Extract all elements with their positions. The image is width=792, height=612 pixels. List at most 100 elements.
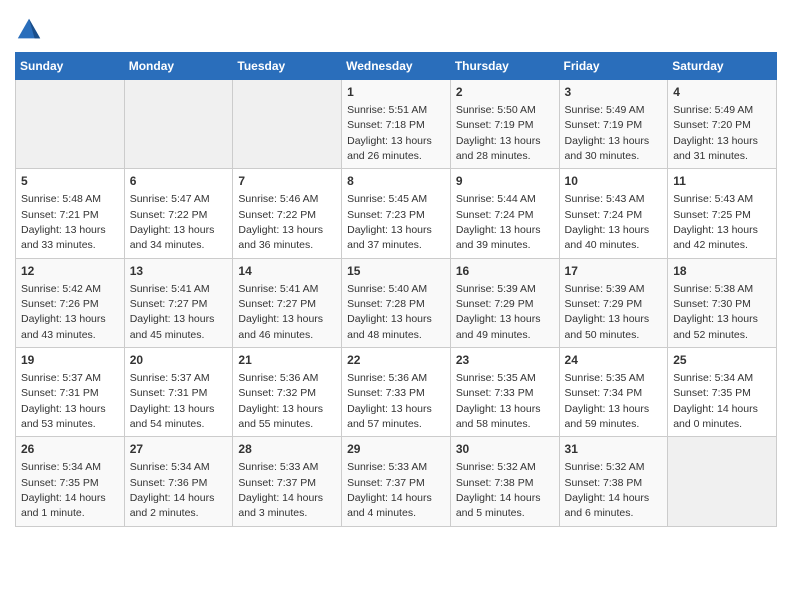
- cell-daylight: Daylight: 14 hours and 0 minutes.: [673, 403, 758, 430]
- cell-sunset: Sunset: 7:35 PM: [673, 387, 751, 399]
- cell-daylight: Daylight: 14 hours and 3 minutes.: [238, 492, 323, 519]
- calendar-cell: 19 Sunrise: 5:37 AM Sunset: 7:31 PM Dayligh…: [16, 348, 125, 437]
- cell-sunrise: Sunrise: 5:41 AM: [238, 283, 318, 295]
- day-number: 18: [673, 263, 771, 280]
- calendar-week-row: 12Sunrise: 5:42 AMSunset: 7:26 PMDayligh…: [16, 258, 777, 347]
- cell-sunrise: Sunrise: 5:32 AM: [565, 461, 645, 473]
- logo-icon: [15, 16, 43, 44]
- cell-daylight: Daylight: 13 hours and 37 minutes.: [347, 224, 432, 251]
- calendar-cell: 24Sunrise: 5:35 AMSunset: 7:34 PMDayligh…: [559, 348, 668, 437]
- day-number: 17: [565, 263, 663, 280]
- calendar-cell: 13Sunrise: 5:41 AMSunset: 7:27 PMDayligh…: [124, 258, 233, 347]
- cell-sunset: Sunset: 7:28 PM: [347, 298, 425, 310]
- cell-sunrise: Sunrise: 5:36 AM: [238, 372, 318, 384]
- day-number: 1: [347, 84, 445, 101]
- cell-sunset: Sunset: 7:36 PM: [130, 477, 208, 489]
- day-number: 28: [238, 441, 336, 458]
- cell-sunrise: Sunrise: 5:37 AM: [21, 372, 101, 384]
- cell-daylight: Daylight: 13 hours and 50 minutes.: [565, 313, 650, 340]
- day-number: 27: [130, 441, 228, 458]
- cell-sunset: Sunset: 7:38 PM: [456, 477, 534, 489]
- cell-sunrise: Sunrise: 5:35 AM: [565, 372, 645, 384]
- cell-daylight: Daylight: 14 hours and 6 minutes.: [565, 492, 650, 519]
- cell-daylight: Daylight: 14 hours and 5 minutes.: [456, 492, 541, 519]
- cell-daylight: Daylight: 13 hours and 39 minutes.: [456, 224, 541, 251]
- cell-sunrise: Sunrise: 5:37 AM: [130, 372, 210, 384]
- cell-daylight: Daylight: 13 hours and 58 minutes.: [456, 403, 541, 430]
- cell-daylight: Daylight: 13 hours and 52 minutes.: [673, 313, 758, 340]
- calendar-table: SundayMondayTuesdayWednesdayThursdayFrid…: [15, 52, 777, 527]
- cell-daylight: Daylight: 13 hours and 40 minutes.: [565, 224, 650, 251]
- weekday-header-wednesday: Wednesday: [342, 53, 451, 80]
- calendar-cell: 1Sunrise: 5:51 AMSunset: 7:18 PMDaylight…: [342, 80, 451, 169]
- day-number: 31: [565, 441, 663, 458]
- day-number: 24: [565, 352, 663, 369]
- cell-daylight: Daylight: 13 hours and 55 minutes.: [238, 403, 323, 430]
- cell-daylight: Daylight: 13 hours and 31 minutes.: [673, 135, 758, 162]
- day-number: 5: [21, 173, 119, 190]
- cell-sunset: Sunset: 7:33 PM: [347, 387, 425, 399]
- cell-sunset: Sunset: 7:27 PM: [130, 298, 208, 310]
- calendar-cell: 7Sunrise: 5:46 AMSunset: 7:22 PMDaylight…: [233, 169, 342, 258]
- cell-sunrise: Sunrise: 5:41 AM: [130, 283, 210, 295]
- cell-sunset: Sunset: 7:18 PM: [347, 119, 425, 131]
- calendar-cell: 20Sunrise: 5:37 AMSunset: 7:31 PMDayligh…: [124, 348, 233, 437]
- cell-sunrise: Sunrise: 5:39 AM: [565, 283, 645, 295]
- cell-sunset: Sunset: 7:19 PM: [565, 119, 643, 131]
- cell-sunrise: Sunrise: 5:48 AM: [21, 193, 101, 205]
- cell-sunset: Sunset: 7:31 PM: [21, 387, 99, 399]
- cell-sunset: Sunset: 7:22 PM: [238, 209, 316, 221]
- cell-sunrise: Sunrise: 5:33 AM: [238, 461, 318, 473]
- cell-sunrise: Sunrise: 5:39 AM: [456, 283, 536, 295]
- cell-sunset: Sunset: 7:26 PM: [21, 298, 99, 310]
- cell-daylight: Daylight: 14 hours and 2 minutes.: [130, 492, 215, 519]
- calendar-cell: [124, 80, 233, 169]
- day-number: 3: [565, 84, 663, 101]
- cell-daylight: Daylight: 13 hours and 48 minutes.: [347, 313, 432, 340]
- cell-sunrise: Sunrise: 5:50 AM: [456, 104, 536, 116]
- cell-sunset: Sunset: 7:22 PM: [130, 209, 208, 221]
- cell-sunrise: Sunrise: 5:32 AM: [456, 461, 536, 473]
- cell-daylight: Daylight: 13 hours and 28 minutes.: [456, 135, 541, 162]
- cell-daylight: Daylight: 13 hours and 43 minutes.: [21, 313, 106, 340]
- calendar-cell: 8Sunrise: 5:45 AMSunset: 7:23 PMDaylight…: [342, 169, 451, 258]
- day-number: 12: [21, 263, 119, 280]
- cell-sunrise: Sunrise: 5:36 AM: [347, 372, 427, 384]
- day-number: 10: [565, 173, 663, 190]
- cell-daylight: Daylight: 14 hours and 1 minute.: [21, 492, 106, 519]
- cell-sunrise: Sunrise: 5:47 AM: [130, 193, 210, 205]
- calendar-week-row: 1Sunrise: 5:51 AMSunset: 7:18 PMDaylight…: [16, 80, 777, 169]
- weekday-header-sunday: Sunday: [16, 53, 125, 80]
- calendar-cell: 6Sunrise: 5:47 AMSunset: 7:22 PMDaylight…: [124, 169, 233, 258]
- cell-sunrise: Sunrise: 5:49 AM: [673, 104, 753, 116]
- cell-daylight: Daylight: 13 hours and 53 minutes.: [21, 403, 106, 430]
- cell-daylight: Daylight: 13 hours and 30 minutes.: [565, 135, 650, 162]
- cell-sunset: Sunset: 7:29 PM: [456, 298, 534, 310]
- cell-sunrise: Sunrise: 5:34 AM: [130, 461, 210, 473]
- cell-daylight: Daylight: 13 hours and 59 minutes.: [565, 403, 650, 430]
- cell-daylight: Daylight: 13 hours and 45 minutes.: [130, 313, 215, 340]
- day-number: 16: [456, 263, 554, 280]
- calendar-cell: 15Sunrise: 5:40 AMSunset: 7:28 PMDayligh…: [342, 258, 451, 347]
- calendar-cell: 14Sunrise: 5:41 AMSunset: 7:27 PMDayligh…: [233, 258, 342, 347]
- cell-sunset: Sunset: 7:33 PM: [456, 387, 534, 399]
- cell-sunrise: Sunrise: 5:46 AM: [238, 193, 318, 205]
- day-number: 19: [21, 352, 119, 369]
- calendar-week-row: 19 Sunrise: 5:37 AM Sunset: 7:31 PM Dayligh…: [16, 348, 777, 437]
- calendar-cell: 3Sunrise: 5:49 AMSunset: 7:19 PMDaylight…: [559, 80, 668, 169]
- day-number: 30: [456, 441, 554, 458]
- cell-daylight: Daylight: 14 hours and 4 minutes.: [347, 492, 432, 519]
- cell-sunset: Sunset: 7:24 PM: [565, 209, 643, 221]
- day-number: 29: [347, 441, 445, 458]
- calendar-cell: 2Sunrise: 5:50 AMSunset: 7:19 PMDaylight…: [450, 80, 559, 169]
- day-number: 26: [21, 441, 119, 458]
- cell-sunset: Sunset: 7:21 PM: [21, 209, 99, 221]
- cell-sunrise: Sunrise: 5:45 AM: [347, 193, 427, 205]
- cell-sunset: Sunset: 7:37 PM: [238, 477, 316, 489]
- cell-sunset: Sunset: 7:32 PM: [238, 387, 316, 399]
- calendar-cell: [668, 437, 777, 526]
- calendar-cell: 29Sunrise: 5:33 AMSunset: 7:37 PMDayligh…: [342, 437, 451, 526]
- cell-sunset: Sunset: 7:38 PM: [565, 477, 643, 489]
- cell-daylight: Daylight: 13 hours and 34 minutes.: [130, 224, 215, 251]
- cell-sunrise: Sunrise: 5:43 AM: [565, 193, 645, 205]
